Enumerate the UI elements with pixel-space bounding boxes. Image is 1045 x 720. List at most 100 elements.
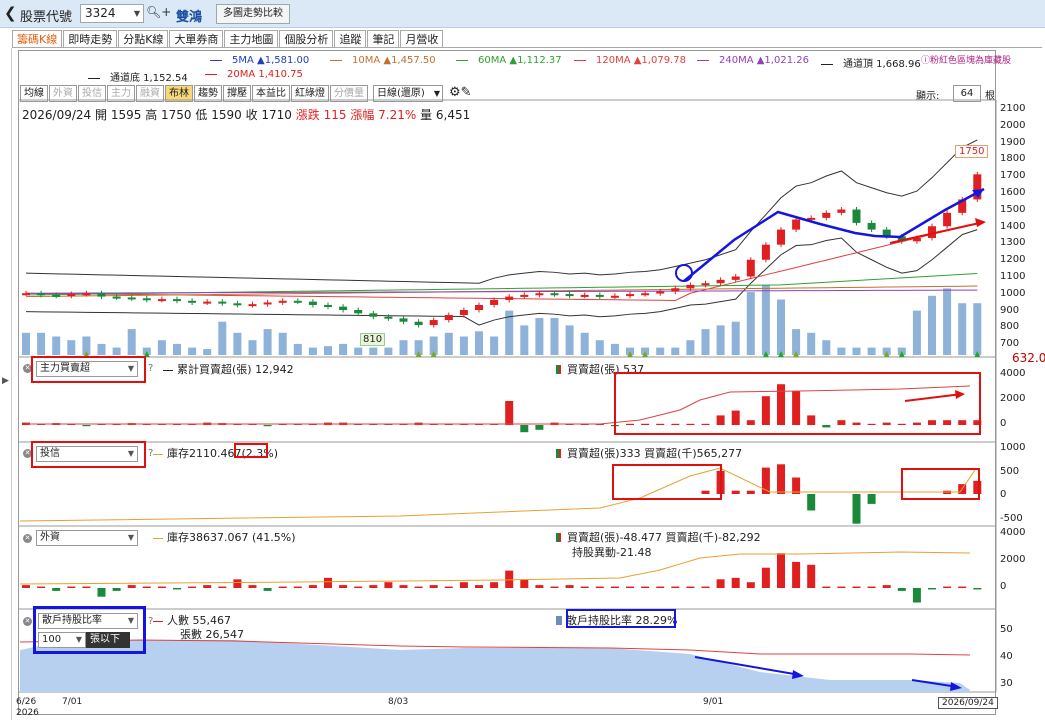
volume-bar [958, 303, 967, 355]
candle-body [52, 294, 61, 297]
candle-body [731, 276, 740, 280]
annotation-box [234, 443, 268, 458]
axis-tick: 1300 [1000, 237, 1026, 249]
volume-bar [656, 347, 665, 355]
axis-tick: 1800 [1000, 153, 1026, 165]
volume-bar [943, 288, 952, 355]
volume-bar [308, 347, 317, 355]
candle-body [127, 297, 136, 300]
candle-body [580, 294, 589, 297]
candle-body [369, 313, 378, 317]
axis-tick: 500 [1000, 465, 1020, 477]
volume-bar [354, 347, 363, 355]
buy-sell-bar [490, 582, 499, 588]
buy-sell-bar [127, 585, 136, 588]
axis-tick: 1600 [1000, 187, 1026, 198]
candle-body [37, 293, 46, 296]
volume-bar [746, 292, 755, 355]
candle-body [550, 293, 559, 296]
axis-tick: 0 [1000, 581, 1007, 592]
buy-sell-bar [852, 586, 861, 588]
chevron-down-icon[interactable]: ▼ [128, 531, 134, 545]
candle-body [324, 304, 332, 307]
buy-sell-bar [157, 586, 166, 588]
annotation-box [33, 606, 146, 654]
volume-bar [807, 332, 816, 355]
candle-body [867, 222, 876, 230]
buy-sell-bar [958, 586, 967, 588]
buy-sell-bar [263, 588, 272, 591]
buy-sell-bar [656, 586, 665, 588]
volume-bar [610, 343, 619, 355]
buy-sell-bar [943, 586, 952, 588]
buy-sell-bar [535, 425, 544, 430]
volume-bar [867, 347, 876, 355]
candle-body [414, 321, 423, 326]
candle-body [188, 300, 197, 303]
buy-sell-bar [595, 586, 604, 588]
buy-sell-bar [822, 586, 831, 588]
buy-sell-bar [324, 577, 332, 588]
candle-body [82, 293, 91, 296]
volume-bar [293, 343, 302, 355]
buy-sell-bar [686, 586, 695, 588]
candle-body [97, 293, 106, 297]
buy-sell-bar [641, 586, 650, 588]
candle-body [354, 310, 363, 314]
buy-sell-bar [867, 586, 876, 588]
holding-line [19, 467, 976, 522]
buy-sell-bar [354, 586, 363, 588]
candle-body [490, 299, 499, 305]
panel3-holding-change: 持股異動-21.48 [572, 546, 652, 559]
buy-sell-bar [173, 588, 181, 590]
buy-sell-bar [369, 585, 378, 588]
buy-sell-bar [293, 586, 302, 588]
buy-sell-bar [973, 588, 982, 590]
candle-body [610, 295, 619, 298]
axis-tick: 50 [1000, 624, 1013, 635]
candle-body [837, 209, 846, 213]
candle-body [278, 300, 287, 303]
annotation-box [612, 464, 722, 500]
volume-bar [67, 340, 76, 355]
buy-sell-bar [475, 585, 483, 588]
buy-sell-bar [459, 582, 468, 588]
volume-bar [580, 332, 589, 355]
candle-body [792, 219, 801, 230]
volume-bar [777, 299, 785, 355]
low-callout: 810 [360, 333, 386, 346]
volume-bar [444, 332, 453, 355]
volume-bar [278, 332, 287, 355]
axis-tick: 1000 [1000, 287, 1026, 299]
buy-sell-bar [777, 553, 785, 588]
buy-sell-bar [928, 588, 936, 590]
axis-tick: 0 [1000, 418, 1007, 429]
axis-tick: 700 [1000, 338, 1020, 350]
axis-tick: 1700 [1000, 170, 1026, 182]
candle-body [429, 320, 438, 326]
panel3-selector[interactable]: 外資 ▼ [36, 530, 138, 546]
annotation-box [31, 356, 146, 383]
candle-body [626, 294, 634, 297]
volume-bar [324, 346, 332, 355]
close-icon[interactable]: ✕ [23, 534, 32, 543]
x-axis-label: 6/26 [16, 697, 37, 707]
volume-bar [535, 318, 544, 355]
buy-sell-bar [837, 586, 846, 588]
axis-tick: 800 [1000, 321, 1020, 333]
candle-body [777, 229, 785, 245]
buy-sell-bar [807, 494, 816, 511]
buy-sell-bar [535, 585, 544, 588]
panel1-line-legend: 累計買賣超(張) 12,942 [163, 361, 294, 377]
volume-bar [399, 340, 408, 355]
help-icon[interactable]: ? [148, 363, 153, 374]
candle-body [505, 296, 514, 300]
candle-body [339, 306, 348, 310]
volume-bar [248, 340, 257, 355]
buy-sell-bar [308, 585, 317, 588]
volume-bar [203, 349, 212, 355]
candle-body [263, 302, 272, 305]
candle-body [173, 299, 181, 302]
close-icon[interactable]: ✕ [23, 617, 32, 626]
volume-bar [837, 347, 846, 355]
